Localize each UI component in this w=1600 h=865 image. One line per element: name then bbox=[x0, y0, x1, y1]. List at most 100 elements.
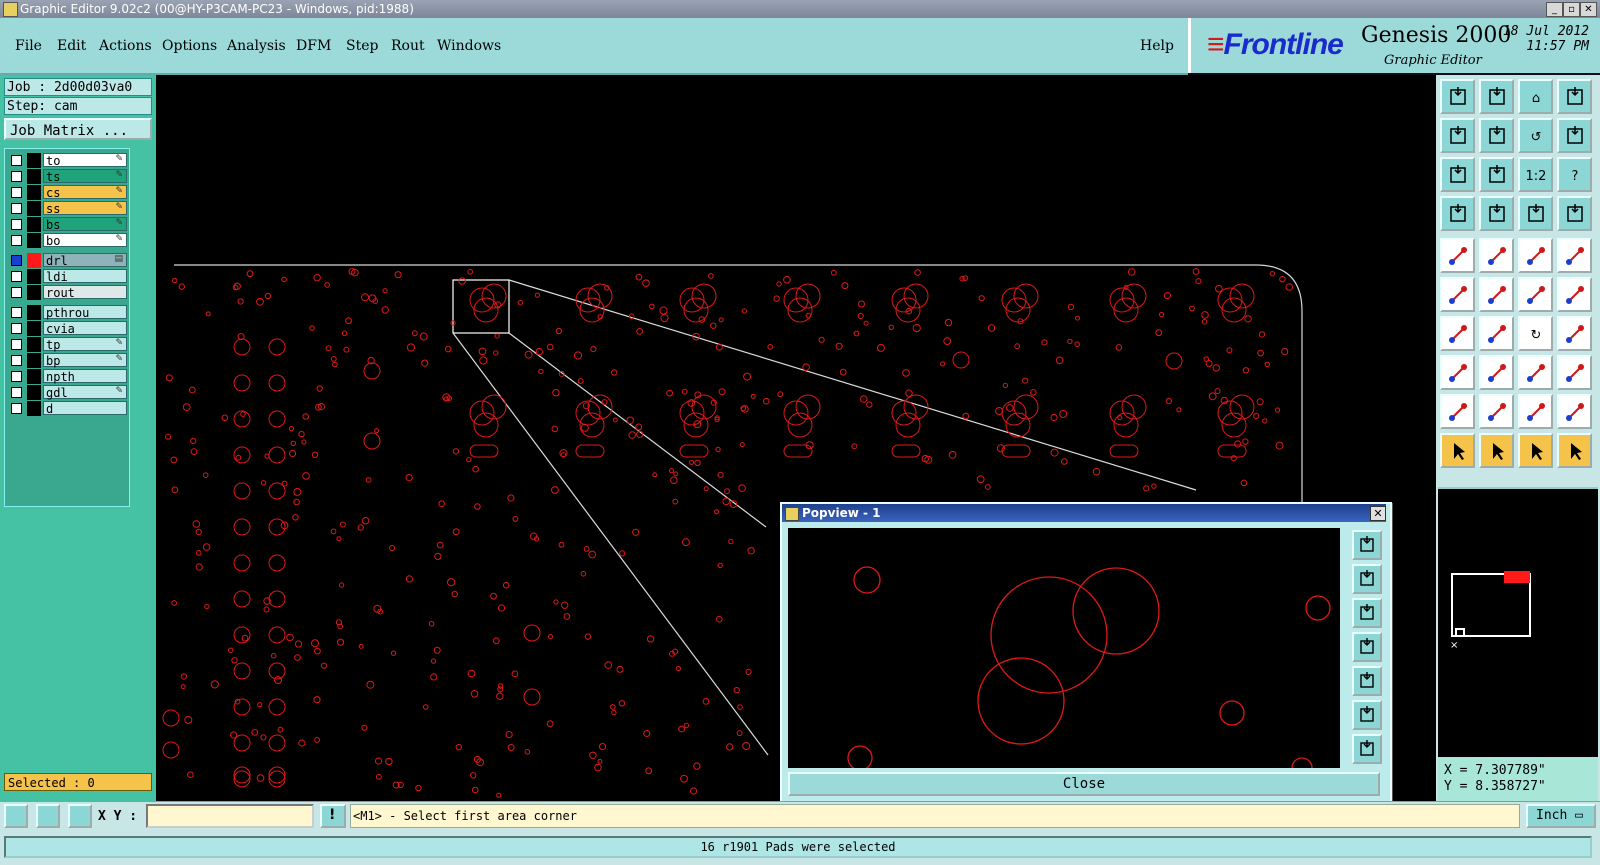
menu-options[interactable]: Options bbox=[162, 38, 217, 54]
layer-name[interactable]: bs ✎ bbox=[43, 217, 127, 232]
pointer-select-icon[interactable] bbox=[1518, 433, 1553, 468]
menu-actions[interactable]: Actions bbox=[99, 38, 152, 54]
layer-checkbox[interactable] bbox=[11, 255, 22, 266]
menu-edit[interactable]: Edit bbox=[57, 38, 86, 54]
job-matrix-button[interactable]: Job Matrix ... bbox=[4, 118, 152, 140]
layer-row-d[interactable]: d bbox=[7, 401, 127, 416]
layer-checkbox[interactable] bbox=[11, 171, 22, 182]
add-line-icon[interactable] bbox=[1479, 238, 1514, 273]
zoom-window-icon[interactable] bbox=[1557, 79, 1592, 114]
zoom-window-icon[interactable] bbox=[1352, 530, 1382, 560]
popview-close-icon[interactable]: ✕ bbox=[1370, 506, 1386, 521]
arrow-right-icon[interactable] bbox=[1352, 666, 1382, 696]
select-pad-icon[interactable] bbox=[1557, 238, 1592, 273]
menu-dfm[interactable]: DFM bbox=[296, 38, 331, 54]
layer-checkbox[interactable] bbox=[11, 339, 22, 350]
layer-name[interactable]: bo ✎ bbox=[43, 233, 127, 248]
layer-row-bs[interactable]: bs ✎ bbox=[7, 217, 127, 232]
connect-icon[interactable] bbox=[1440, 277, 1475, 312]
zoom-fit-icon[interactable] bbox=[1352, 700, 1382, 730]
snap-icon[interactable] bbox=[1479, 196, 1514, 231]
pointer-box-icon[interactable] bbox=[1479, 433, 1514, 468]
popview-close-button[interactable]: Close bbox=[788, 772, 1380, 796]
measure-icon[interactable] bbox=[1440, 196, 1475, 231]
resize-icon[interactable] bbox=[1479, 355, 1514, 390]
layer-name[interactable]: cvia bbox=[43, 321, 127, 336]
layer-row-ss[interactable]: ss ✎ bbox=[7, 201, 127, 216]
pan-up-icon[interactable] bbox=[1440, 79, 1475, 114]
edit-angle-icon[interactable] bbox=[1440, 316, 1475, 351]
layer-name[interactable]: gdl ✎ bbox=[43, 385, 127, 400]
layer-row-bo[interactable]: bo ✎ bbox=[7, 233, 127, 248]
arc-icon[interactable] bbox=[1518, 394, 1553, 429]
scale-1-2-icon[interactable]: 1:2 bbox=[1518, 157, 1553, 192]
angle-mode-icon[interactable] bbox=[36, 804, 60, 828]
layer-row-drl[interactable]: drl ▤ bbox=[7, 253, 127, 268]
layer-row-bp[interactable]: bp ✎ bbox=[7, 353, 127, 368]
layer-name[interactable]: tp ✎ bbox=[43, 337, 127, 352]
arrow-left-icon[interactable] bbox=[1352, 632, 1382, 662]
layer-row-gdl[interactable]: gdl ✎ bbox=[7, 385, 127, 400]
layer-name[interactable]: bp ✎ bbox=[43, 353, 127, 368]
line-mode-icon[interactable] bbox=[4, 804, 28, 828]
zoom-center-icon[interactable] bbox=[1479, 157, 1514, 192]
layer-checkbox[interactable] bbox=[11, 371, 22, 382]
layer-name[interactable]: pthrou bbox=[43, 305, 127, 320]
layer-row-to[interactable]: to ✎ bbox=[7, 153, 127, 168]
help-icon[interactable]: ? bbox=[1557, 157, 1592, 192]
layer-row-pthrou[interactable]: pthrou bbox=[7, 305, 127, 320]
menu-rout[interactable]: Rout bbox=[391, 38, 425, 54]
popview-canvas[interactable] bbox=[788, 528, 1340, 779]
menu-analysis[interactable]: Analysis bbox=[227, 38, 286, 54]
menu-step[interactable]: Step bbox=[346, 38, 378, 54]
layer-checkbox[interactable] bbox=[11, 219, 22, 230]
layer-row-cvia[interactable]: cvia bbox=[7, 321, 127, 336]
add-pad-icon[interactable] bbox=[1440, 238, 1475, 273]
layer-name[interactable]: rout bbox=[43, 285, 127, 300]
layer-checkbox[interactable] bbox=[11, 203, 22, 214]
layer-name[interactable]: ldi bbox=[43, 269, 127, 284]
maximize-button[interactable]: ▫ bbox=[1563, 2, 1580, 17]
layer-row-rout[interactable]: rout bbox=[7, 285, 127, 300]
attribute-icon[interactable] bbox=[1557, 355, 1592, 390]
triangle-up-icon[interactable] bbox=[1479, 394, 1514, 429]
zoom-home-icon[interactable] bbox=[1352, 734, 1382, 764]
layer-name[interactable]: cs ✎ bbox=[43, 185, 127, 200]
layer-checkbox[interactable] bbox=[11, 187, 22, 198]
redraw-icon[interactable] bbox=[1557, 118, 1592, 153]
mirror-icon[interactable] bbox=[1557, 316, 1592, 351]
menu-file[interactable]: File bbox=[15, 38, 42, 54]
menu-windows[interactable]: Windows bbox=[437, 38, 501, 54]
close-window-button[interactable]: ✕ bbox=[1580, 2, 1597, 17]
triangle-icon[interactable] bbox=[1440, 394, 1475, 429]
rotate-icon[interactable]: ↻ bbox=[1518, 316, 1553, 351]
layer-name[interactable]: npth bbox=[43, 369, 127, 384]
net-left-icon[interactable] bbox=[1518, 196, 1553, 231]
slash-icon[interactable] bbox=[1479, 316, 1514, 351]
net-right-icon[interactable] bbox=[1557, 196, 1592, 231]
copy-icon[interactable] bbox=[1557, 277, 1592, 312]
ruler-icon[interactable] bbox=[1518, 238, 1553, 273]
alert-icon[interactable]: ! bbox=[320, 804, 346, 828]
minimize-button[interactable]: _ bbox=[1546, 2, 1563, 17]
stretch-icon[interactable] bbox=[1518, 355, 1553, 390]
add-shape-icon[interactable] bbox=[1440, 355, 1475, 390]
fit-icon[interactable] bbox=[1440, 157, 1475, 192]
delete-icon[interactable] bbox=[1479, 277, 1514, 312]
pan-left-icon[interactable] bbox=[1440, 118, 1475, 153]
layer-name[interactable]: drl ▤ bbox=[43, 253, 127, 268]
arrow-down-icon[interactable] bbox=[1352, 598, 1382, 628]
pointer-icon[interactable] bbox=[1440, 433, 1475, 468]
layer-name[interactable]: ts ✎ bbox=[43, 169, 127, 184]
xy-input[interactable] bbox=[146, 804, 314, 828]
layer-checkbox[interactable] bbox=[11, 155, 22, 166]
layer-row-cs[interactable]: cs ✎ bbox=[7, 185, 127, 200]
units-selector[interactable]: Inch ▭ bbox=[1526, 804, 1596, 828]
layer-checkbox[interactable] bbox=[11, 387, 22, 398]
layer-row-npth[interactable]: npth bbox=[7, 369, 127, 384]
layer-name[interactable]: ss ✎ bbox=[43, 201, 127, 216]
grid-icon[interactable] bbox=[68, 804, 92, 828]
layer-checkbox[interactable] bbox=[11, 403, 22, 414]
home-icon[interactable]: ⌂ bbox=[1518, 79, 1553, 114]
pan-right-icon[interactable] bbox=[1479, 118, 1514, 153]
